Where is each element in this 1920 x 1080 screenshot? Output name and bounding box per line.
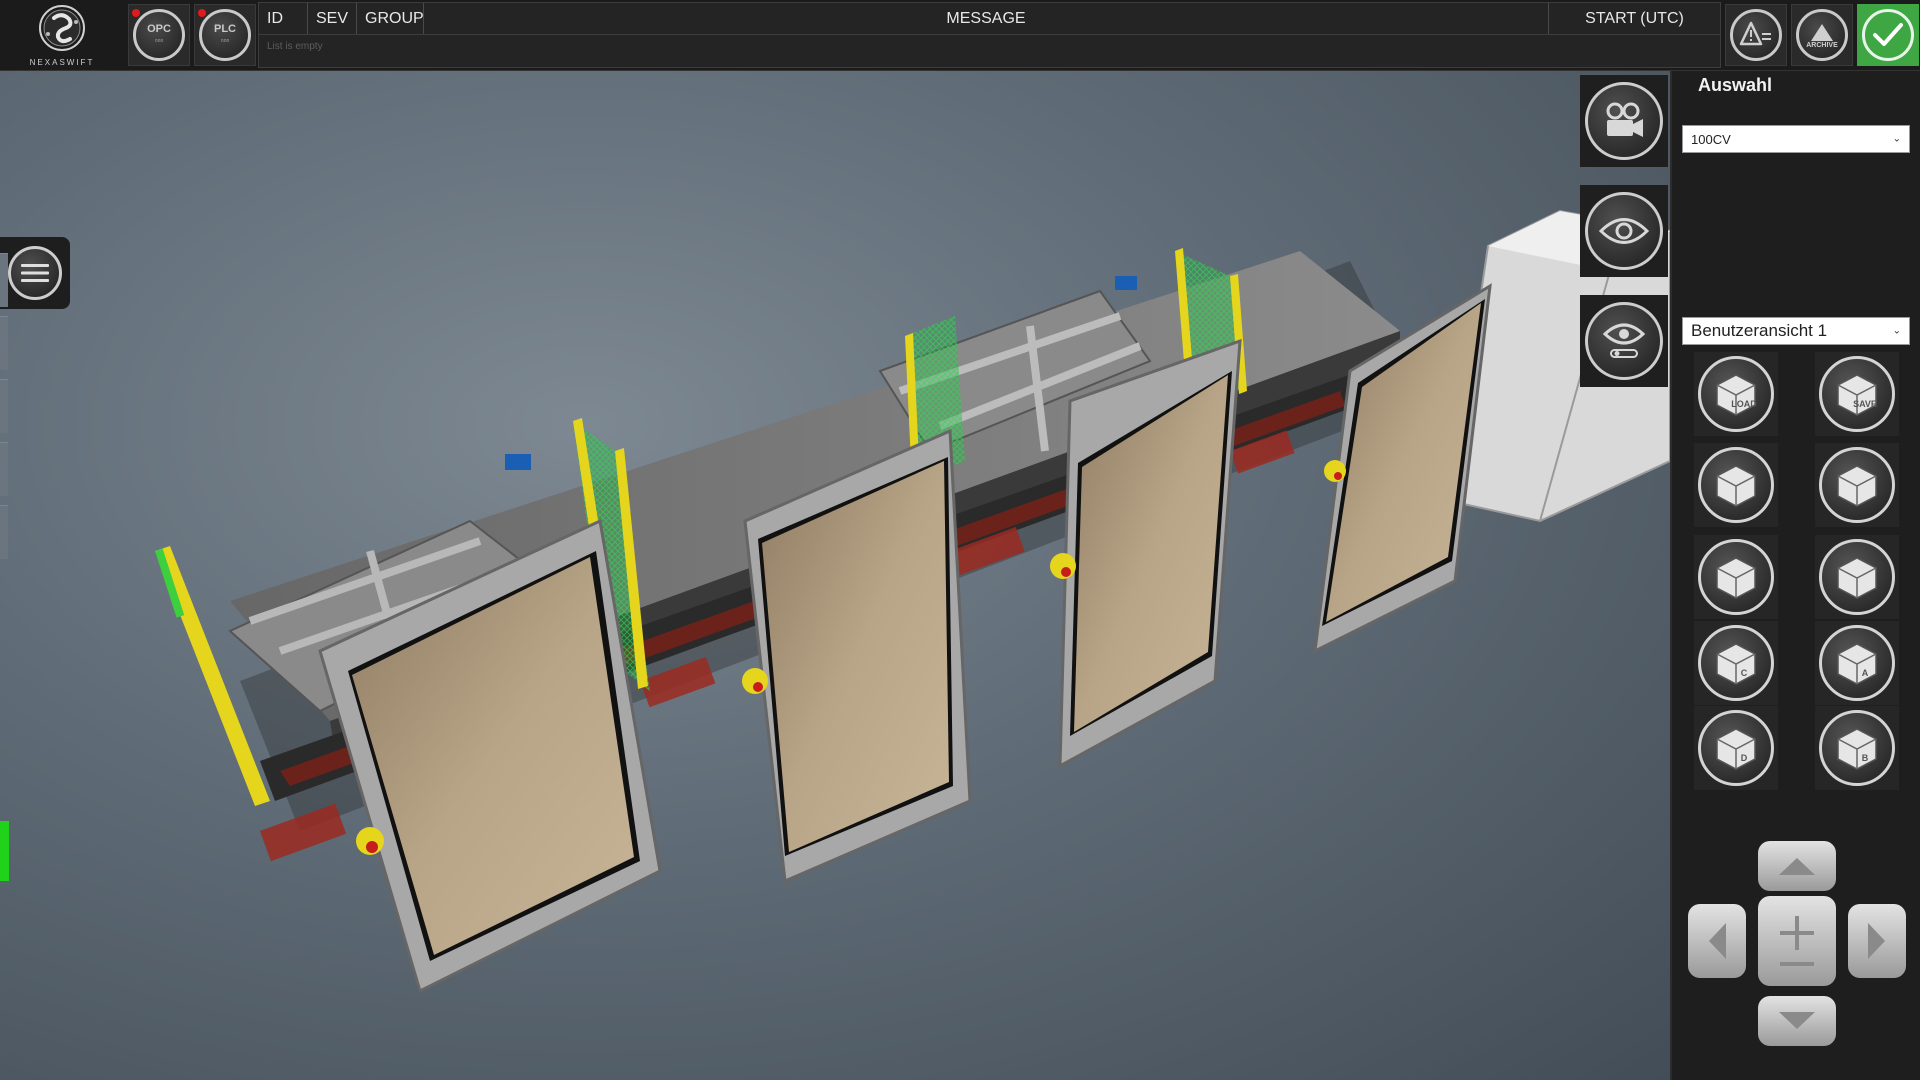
save-view-button[interactable]: SAVE — [1815, 352, 1899, 436]
view-b-icon: B — [1819, 710, 1895, 786]
arrow-up-icon — [1779, 858, 1815, 875]
selection-panel: Auswahl 100CV ⌄ Benutzeransicht 1 ⌄ LOAD… — [1670, 71, 1920, 1080]
plc-icon: PLC ▫▫▫ — [199, 9, 251, 61]
plus-minus-icon — [1780, 916, 1814, 966]
column-sev[interactable]: SEV — [308, 3, 357, 34]
view-c-icon: C — [1698, 625, 1774, 701]
view-front-button[interactable] — [1815, 535, 1899, 619]
eye-settings-icon — [1585, 302, 1663, 380]
visibility-button[interactable] — [1580, 185, 1668, 277]
side-tab-2[interactable] — [0, 316, 8, 370]
checkmark-icon — [1862, 9, 1914, 61]
system-ok-button[interactable] — [1857, 4, 1919, 66]
column-id[interactable]: ID — [259, 3, 308, 34]
film-camera-icon — [1585, 82, 1663, 160]
load-view-label: LOAD — [1731, 399, 1757, 409]
camera-orbit-button[interactable] — [1815, 443, 1899, 527]
pan-down-button[interactable] — [1758, 996, 1836, 1046]
plc-status-dot — [198, 9, 206, 17]
view-d-icon: D — [1698, 710, 1774, 786]
hamburger-menu-icon — [8, 246, 62, 300]
view-d-label: D — [1741, 753, 1748, 763]
status-indicator-bar — [0, 821, 9, 881]
view-top-icon — [1698, 539, 1774, 615]
chevron-down-icon: ⌄ — [1892, 325, 1901, 337]
opc-icon: OPC ▫▫▫ — [133, 9, 185, 61]
production-line-scene[interactable] — [0, 71, 1670, 1080]
opc-sub-label: ▫▫▫ — [154, 36, 164, 45]
safety-door-3 — [1050, 338, 1242, 769]
visibility-settings-button[interactable] — [1580, 295, 1668, 387]
side-tab-3[interactable] — [0, 379, 8, 433]
camera-record-button[interactable] — [1580, 75, 1668, 167]
opc-label: OPC — [147, 23, 171, 35]
message-table-header: ID SEV GROUP MESSAGE START (UTC) — [259, 3, 1720, 35]
column-message[interactable]: MESSAGE — [424, 3, 1549, 34]
archive-label: ARCHIVE — [1806, 41, 1838, 49]
archive-button[interactable]: ARCHIVE — [1791, 4, 1853, 66]
save-view-label: SAVE — [1853, 399, 1877, 409]
3d-viewport[interactable] — [0, 71, 1670, 1080]
side-tab-4[interactable] — [0, 442, 8, 496]
opc-status-dot — [132, 9, 140, 17]
reset-camera-button[interactable] — [1694, 443, 1778, 527]
alarm-list-button[interactable] — [1725, 4, 1787, 66]
camera-orbit-icon — [1819, 447, 1895, 523]
load-view-icon: LOAD — [1698, 356, 1774, 432]
plc-label: PLC — [214, 23, 236, 35]
arrow-left-icon — [1709, 923, 1726, 959]
load-view-button[interactable]: LOAD — [1694, 352, 1778, 436]
logo-text: NEXASWIFT — [29, 58, 95, 67]
chevron-down-icon: ⌄ — [1892, 133, 1901, 145]
column-group[interactable]: GROUP — [357, 3, 424, 34]
save-view-icon: SAVE — [1819, 356, 1895, 432]
empty-list-text: List is empty — [267, 41, 323, 52]
selection-dropdown[interactable]: 100CV ⌄ — [1682, 125, 1910, 153]
view-c-button[interactable]: C — [1694, 621, 1778, 705]
archive-icon: ARCHIVE — [1796, 9, 1848, 61]
warning-list-icon — [1730, 9, 1782, 61]
message-table[interactable]: ID SEV GROUP MESSAGE START (UTC) List is… — [258, 2, 1721, 68]
view-d-button[interactable]: D — [1694, 706, 1778, 790]
column-start[interactable]: START (UTC) — [1549, 3, 1720, 34]
top-bar: NEXASWIFT OPC ▫▫▫ PLC ▫▫▫ ID SEV GROUP M… — [0, 0, 1920, 71]
view-b-label: B — [1862, 753, 1869, 763]
app-logo: NEXASWIFT — [0, 0, 124, 71]
view-c-label: C — [1741, 668, 1748, 678]
view-front-icon — [1819, 539, 1895, 615]
side-tab-5[interactable] — [0, 505, 8, 559]
logo-icon — [39, 5, 85, 51]
arrow-down-icon — [1779, 1012, 1815, 1029]
panel-title: Auswahl — [1698, 75, 1773, 95]
reset-camera-icon — [1698, 447, 1774, 523]
side-tab-1[interactable] — [0, 253, 8, 307]
view-b-button[interactable]: B — [1815, 706, 1899, 790]
plc-connection-button[interactable]: PLC ▫▫▫ — [194, 4, 256, 66]
view-dropdown[interactable]: Benutzeransicht 1 ⌄ — [1682, 317, 1910, 345]
pan-left-button[interactable] — [1688, 904, 1746, 978]
view-a-icon: A — [1819, 625, 1895, 701]
pan-up-button[interactable] — [1758, 841, 1836, 891]
opc-connection-button[interactable]: OPC ▫▫▫ — [128, 4, 190, 66]
main-menu-button[interactable] — [0, 237, 70, 309]
view-top-button[interactable] — [1694, 535, 1778, 619]
view-value: Benutzeransicht 1 — [1691, 321, 1828, 340]
pan-right-button[interactable] — [1848, 904, 1906, 978]
view-a-label: A — [1862, 668, 1869, 678]
selection-value: 100CV — [1691, 131, 1731, 147]
arrow-right-icon — [1868, 923, 1885, 959]
eye-icon — [1585, 192, 1663, 270]
plc-sub-label: ▫▫▫ — [220, 36, 230, 45]
view-a-button[interactable]: A — [1815, 621, 1899, 705]
zoom-button[interactable] — [1758, 896, 1836, 986]
